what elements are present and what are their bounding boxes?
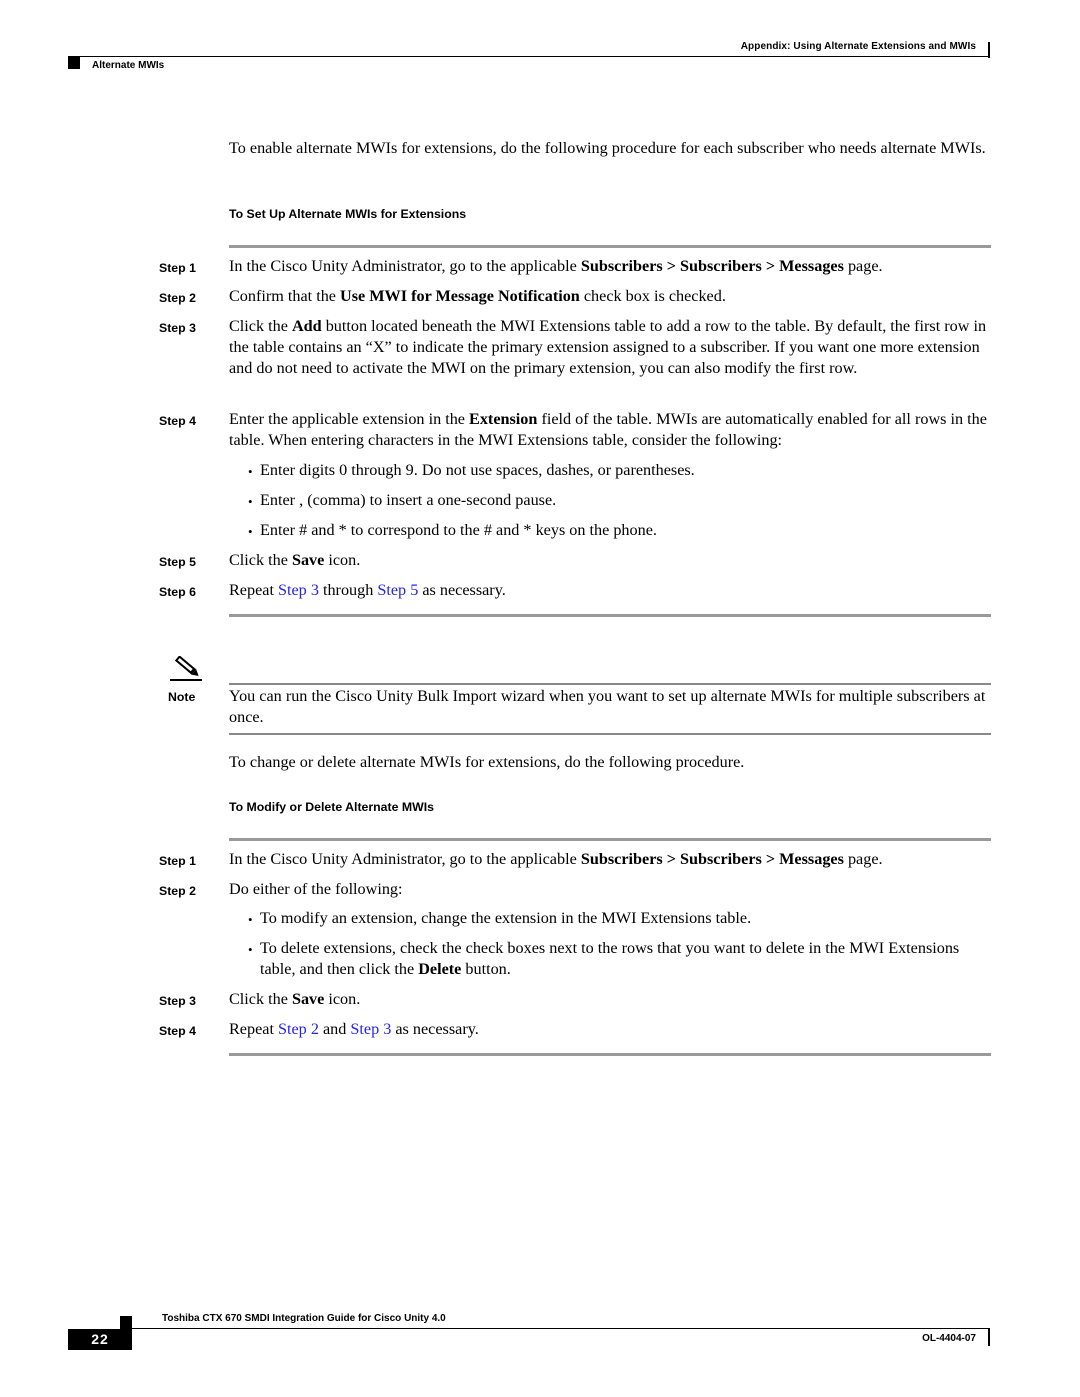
step-label: Step 4 <box>159 414 196 428</box>
cross-reference-link[interactable]: Step 3 <box>350 1020 391 1038</box>
step-label: Step 5 <box>159 555 196 569</box>
step-text: In the Cisco Unity Administrator, go to … <box>229 850 883 868</box>
step-label: Step 1 <box>159 261 196 275</box>
bullet-item: To modify an extension, change the exten… <box>260 909 752 927</box>
bullet-marker: • <box>248 494 253 509</box>
intro-paragraph: To enable alternate MWIs for extensions,… <box>229 139 986 157</box>
bullet-marker: • <box>248 912 253 927</box>
step-label: Step 2 <box>159 884 196 898</box>
procedure-rule-bottom <box>229 614 991 617</box>
bullet-item: Enter digits 0 through 9. Do not use spa… <box>260 461 695 479</box>
step-text: Repeat Step 2 and Step 3 as necessary. <box>229 1020 479 1038</box>
step-text: In the Cisco Unity Administrator, go to … <box>229 257 883 275</box>
footer-tick <box>988 1329 990 1346</box>
note-label: Note <box>168 690 196 704</box>
bullet-item: Enter , (comma) to insert a one-second p… <box>260 491 557 509</box>
document-number: OL-4404-07 <box>922 1333 976 1344</box>
procedure-title: To Modify or Delete Alternate MWIs <box>229 800 434 814</box>
step-label: Step 1 <box>159 854 196 868</box>
step-text: Confirm that the Use MWI for Message Not… <box>229 287 726 305</box>
page-number: 22 <box>68 1329 132 1350</box>
step-text: Click the Add button located beneath the… <box>229 317 987 377</box>
step-text: Enter the applicable extension in the Ex… <box>229 410 987 449</box>
step-text: Do either of the following: <box>229 880 403 898</box>
step-label: Step 4 <box>159 1024 196 1038</box>
running-header-chapter: Appendix: Using Alternate Extensions and… <box>740 41 976 52</box>
note-rule-top <box>229 683 991 685</box>
running-header-section: Alternate MWIs <box>92 60 165 71</box>
procedure-title: To Set Up Alternate MWIs for Extensions <box>229 207 467 221</box>
note-rule-bottom <box>229 733 991 735</box>
step-label: Step 2 <box>159 291 196 305</box>
procedure-rule-top <box>229 245 991 248</box>
step-label: Step 3 <box>159 994 196 1008</box>
step-text: Repeat Step 3 through Step 5 as necessar… <box>229 581 506 599</box>
note-text: You can run the Cisco Unity Bulk Import … <box>229 687 986 726</box>
bullet-item: Enter # and * to correspond to the # and… <box>260 521 657 539</box>
cross-reference-link[interactable]: Step 5 <box>377 581 418 599</box>
pencil-icon <box>170 656 202 681</box>
bullet-marker: • <box>248 942 253 957</box>
footer-block-marker <box>120 1316 132 1329</box>
bullet-marker: • <box>248 524 253 539</box>
intro-paragraph-2: To change or delete alternate MWIs for e… <box>229 753 745 771</box>
procedure-rule-bottom <box>229 1053 991 1056</box>
footer-guide-title: Toshiba CTX 670 SMDI Integration Guide f… <box>162 1313 446 1324</box>
step-label: Step 6 <box>159 585 196 599</box>
step-text: Click the Save icon. <box>229 990 361 1008</box>
bullet-marker: • <box>248 464 253 479</box>
step-text: Click the Save icon. <box>229 551 361 569</box>
bullet-item: To delete extensions, check the check bo… <box>260 939 960 978</box>
cross-reference-link[interactable]: Step 2 <box>278 1020 319 1038</box>
step-label: Step 3 <box>159 321 196 335</box>
header-block-marker <box>68 57 80 69</box>
footer-rule <box>132 1328 990 1329</box>
header-rule <box>68 56 990 57</box>
procedure-rule-top <box>229 838 991 841</box>
cross-reference-link[interactable]: Step 3 <box>278 581 319 599</box>
